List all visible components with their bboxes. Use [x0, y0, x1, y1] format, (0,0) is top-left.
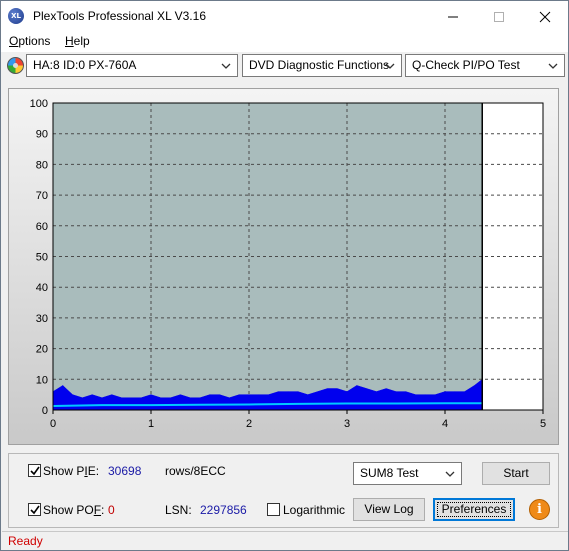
menu-help[interactable]: Help	[65, 34, 90, 48]
y-tick-label: 0	[42, 405, 48, 417]
x-tick-label: 0	[50, 418, 56, 430]
y-tick-label: 100	[30, 98, 48, 110]
close-icon	[539, 11, 551, 23]
menu-bar: Options Help	[1, 31, 568, 52]
y-tick-label: 80	[36, 159, 48, 171]
start-button-label: Start	[503, 466, 529, 480]
focus-ring	[437, 502, 511, 517]
y-tick-label: 70	[36, 190, 48, 202]
y-tick-label: 60	[36, 221, 48, 233]
show-pie-label-a: Show P	[43, 464, 85, 478]
chevron-down-icon	[548, 63, 558, 69]
disc-icon	[7, 57, 24, 74]
function-select-value: DVD Diagnostic Functions	[249, 58, 390, 72]
minimize-icon	[448, 16, 458, 18]
menu-options-rest: ptions	[18, 34, 51, 48]
maximize-button[interactable]	[476, 1, 522, 31]
show-pie-label-b: E:	[87, 464, 100, 478]
lsn-value: 2297856	[200, 503, 247, 517]
y-tick-label: 40	[36, 282, 48, 294]
window-title: PlexTools Professional XL V3.16	[33, 9, 206, 23]
status-bar: Ready	[2, 531, 568, 550]
plextools-app-icon: XL	[8, 8, 24, 24]
title-bar[interactable]: XL PlexTools Professional XL V3.16	[1, 1, 568, 31]
show-poe-label[interactable]: Show POF:	[43, 503, 104, 517]
poe-value: 0	[108, 503, 115, 517]
show-pie-checkbox[interactable]	[28, 464, 41, 477]
plot-scanned-area	[53, 103, 483, 410]
chevron-down-icon	[221, 63, 231, 69]
x-tick-label: 2	[246, 418, 252, 430]
menu-help-accel: H	[65, 34, 74, 48]
preferences-button[interactable]: Preferences	[433, 498, 515, 521]
test-select[interactable]: Q-Check PI/PO Test	[405, 54, 565, 77]
x-tick-label: 5	[540, 418, 546, 430]
info-button[interactable]: i	[529, 499, 550, 520]
y-tick-label: 20	[36, 344, 48, 356]
x-tick-label: 3	[344, 418, 350, 430]
sum-test-select-value: SUM8 Test	[360, 466, 419, 480]
checkmark-icon	[30, 466, 40, 476]
y-tick-label: 90	[36, 129, 48, 141]
minimize-button[interactable]	[430, 1, 476, 31]
view-log-button[interactable]: View Log	[353, 498, 425, 521]
drive-select[interactable]: HA:8 ID:0 PX-760A	[26, 54, 238, 77]
test-select-value: Q-Check PI/PO Test	[412, 58, 520, 72]
show-poe-label-b: :	[101, 503, 105, 517]
maximize-icon	[494, 12, 504, 22]
menu-help-rest: elp	[73, 34, 90, 48]
drive-select-value: HA:8 ID:0 PX-760A	[33, 58, 137, 72]
chevron-down-icon	[385, 63, 395, 69]
pi-po-chart: 0 10 20 30 40 50 60 70 80 90 100 0 1 2 3 4 5	[30, 98, 546, 430]
lsn-label: LSN:	[165, 503, 192, 517]
logarithmic-checkbox[interactable]	[267, 503, 280, 516]
pie-value: 30698	[108, 464, 142, 478]
chart-panel: 0 10 20 30 40 50 60 70 80 90 100 0 1 2 3 4 5	[8, 88, 559, 445]
show-poe-label-a: Show PO	[43, 503, 94, 517]
checkmark-icon	[30, 505, 40, 515]
show-poe-label-accel: F	[93, 503, 102, 517]
start-button[interactable]: Start	[482, 462, 550, 485]
close-button[interactable]	[522, 1, 568, 31]
app-window: XL PlexTools Professional XL V3.16 Optio…	[0, 0, 569, 551]
menu-options[interactable]: Options	[9, 34, 50, 48]
view-log-button-label: View Log	[364, 502, 414, 516]
status-text: Ready	[8, 534, 43, 548]
sum-test-select[interactable]: SUM8 Test	[353, 462, 462, 485]
x-tick-label: 1	[148, 418, 154, 430]
menu-options-accel: O	[9, 34, 19, 48]
logarithmic-label[interactable]: Logarithmic	[283, 503, 345, 517]
y-tick-label: 10	[36, 374, 48, 386]
toolbar: HA:8 ID:0 PX-760A DVD Diagnostic Functio…	[1, 53, 568, 81]
show-poe-checkbox[interactable]	[28, 503, 41, 516]
y-tick-label: 30	[36, 313, 48, 325]
info-icon: i	[537, 502, 542, 517]
function-select[interactable]: DVD Diagnostic Functions	[242, 54, 402, 77]
show-pie-label[interactable]: Show PIE:	[43, 464, 99, 478]
y-tick-label: 50	[36, 252, 48, 264]
x-tick-label: 4	[442, 418, 448, 430]
rows-label: rows/8ECC	[165, 464, 226, 478]
chevron-down-icon	[445, 471, 455, 477]
